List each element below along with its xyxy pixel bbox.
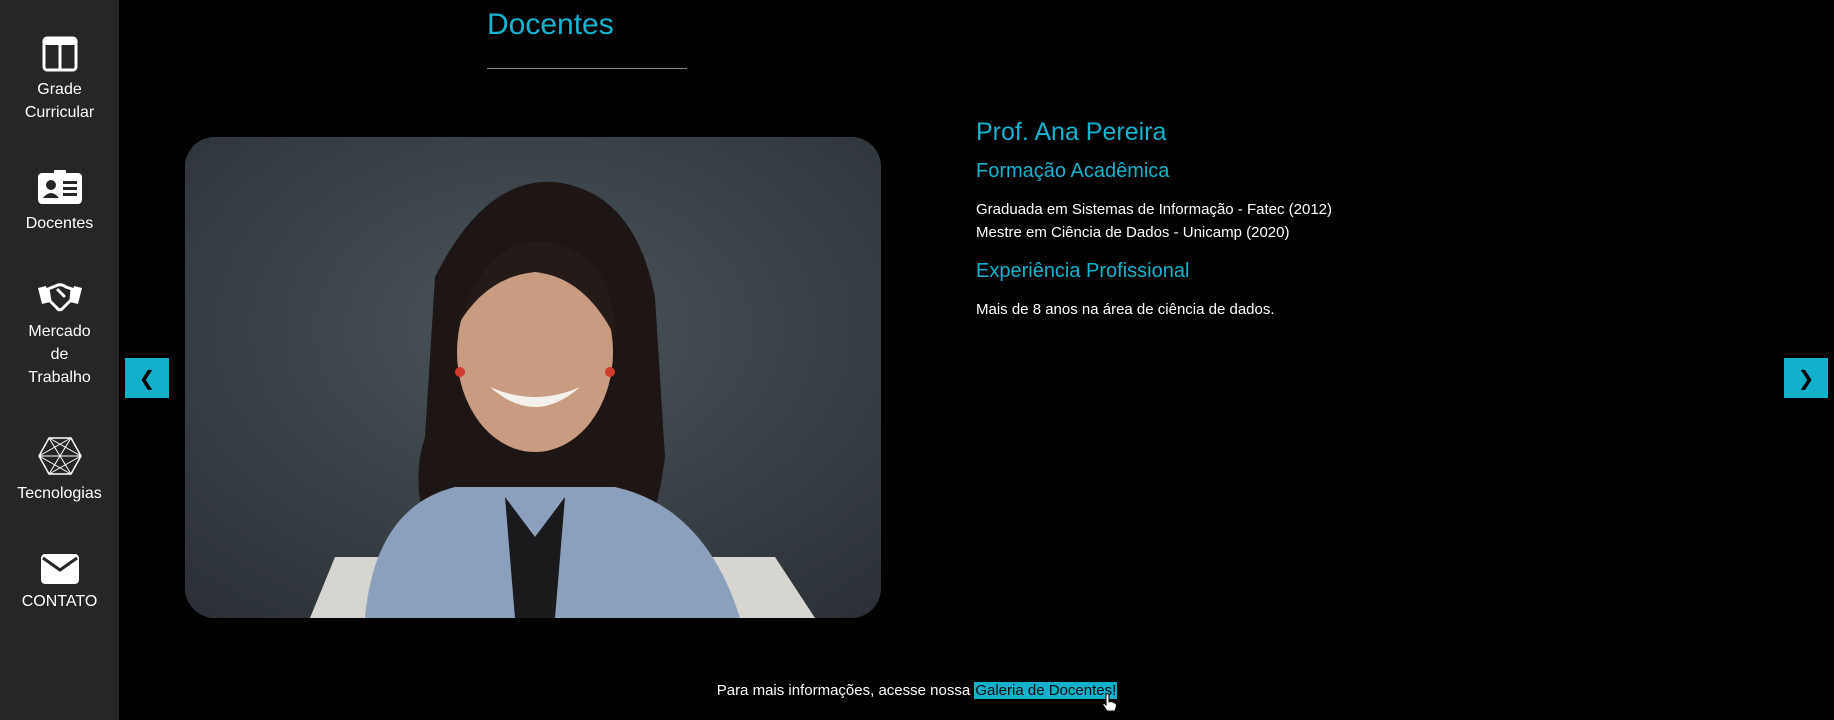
education-heading: Formação Acadêmica bbox=[976, 160, 1170, 182]
sidebar-item-label: Grade Curricular bbox=[24, 81, 95, 121]
footer: Para mais informações, acesse nossa Gale… bbox=[0, 682, 1834, 699]
professor-info: Prof. Ana Pereira Formação Acadêmica Gra… bbox=[976, 117, 1676, 321]
professor-name: Prof. Ana Pereira bbox=[976, 118, 1167, 146]
experience-heading: Experiência Profissional bbox=[976, 260, 1190, 282]
envelope-icon bbox=[40, 554, 79, 584]
carousel-prev-button[interactable]: ❮ bbox=[125, 358, 169, 398]
sidebar-item-label: CONTATO bbox=[21, 593, 98, 610]
sidebar-item-tecnologias[interactable]: Tecnologias bbox=[0, 436, 119, 505]
carousel-next-button[interactable]: ❯ bbox=[1784, 358, 1828, 398]
handshake-icon bbox=[37, 283, 82, 312]
sidebar-item-label: Mercado de Trabalho bbox=[28, 323, 91, 386]
sidebar-item-grade-curricular[interactable]: Grade Curricular bbox=[0, 36, 119, 124]
hand-pointer-icon bbox=[1102, 693, 1118, 712]
education-line: Graduada em Sistemas de Informação - Fat… bbox=[976, 201, 1333, 218]
polyhedron-icon bbox=[37, 437, 82, 475]
columns-icon bbox=[42, 36, 77, 72]
sidebar-item-label: Tecnologias bbox=[17, 485, 102, 502]
title-divider bbox=[487, 68, 687, 69]
page-title: Docentes bbox=[487, 8, 614, 41]
id-card-icon bbox=[37, 170, 82, 204]
sidebar-item-docentes[interactable]: Docentes bbox=[0, 170, 119, 235]
experience-text: Mais de 8 anos na área de ciência de dad… bbox=[976, 301, 1275, 318]
sidebar-item-mercado-de-trabalho[interactable]: Mercado de Trabalho bbox=[0, 280, 119, 389]
sidebar-item-contato[interactable]: CONTATO bbox=[0, 554, 119, 613]
professor-photo bbox=[185, 137, 881, 618]
gallery-link[interactable]: Galeria de Docentes! bbox=[974, 682, 1118, 699]
sidebar-item-label: Docentes bbox=[25, 215, 94, 232]
education-line: Mestre em Ciência de Dados - Unicamp (20… bbox=[976, 224, 1290, 241]
sidebar: Grade Curricular Docentes Mercado de Tra… bbox=[0, 0, 119, 720]
footer-text: Para mais informações, acesse nossa bbox=[716, 682, 975, 699]
